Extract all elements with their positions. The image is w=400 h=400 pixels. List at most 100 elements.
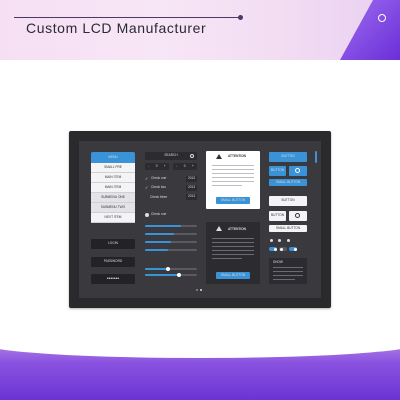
brand-title: Custom LCD Manufacturer — [26, 20, 207, 36]
toggle-switch[interactable] — [279, 247, 287, 251]
secondary-button-small[interactable]: BUTTON — [269, 211, 286, 221]
password-label: PASSWORD — [103, 259, 123, 264]
panel-text-line — [273, 279, 295, 280]
alert-text-line — [212, 165, 254, 166]
password-mask: ••••••• — [106, 275, 120, 282]
slider-fill — [145, 268, 169, 270]
alert-button-label: SMALL BUTTON — [220, 197, 246, 202]
toggle-knob — [279, 247, 283, 251]
menu-item-label: SUBMENU TWO — [100, 204, 126, 209]
menu-item[interactable]: MAIN ITEM — [91, 183, 135, 193]
alert-text-line — [212, 185, 242, 186]
alert-small-button[interactable]: SMALL BUTTON — [216, 272, 250, 279]
progress-fill — [145, 249, 169, 251]
small-button-secondary[interactable]: SMALL BUTTON — [269, 225, 307, 232]
toggle-switch[interactable] — [289, 247, 297, 251]
dark-panel: SHOW — [269, 258, 307, 284]
dark-panel-title: SHOW — [273, 260, 283, 264]
search-icon-button[interactable] — [289, 211, 307, 221]
search-icon — [295, 168, 300, 173]
slider-handle[interactable] — [176, 273, 181, 277]
menu-item[interactable]: NEXT ITEM — [91, 213, 135, 223]
password-field[interactable]: PASSWORD — [91, 257, 135, 267]
search-icon-button[interactable] — [289, 166, 307, 176]
menu-item[interactable]: SUBMENU ONE — [91, 193, 135, 203]
alert-text-line — [212, 169, 254, 170]
alert-dialog-dark: ATTENTION SMALL BUTTON — [206, 222, 260, 284]
radio-row[interactable]: Check one — [145, 213, 166, 217]
stepper-value: 0 — [183, 163, 186, 168]
alert-text-line — [212, 254, 254, 255]
stepper-minus[interactable]: - — [148, 164, 149, 168]
small-button[interactable]: SMALL BUTTON — [269, 179, 307, 186]
menu-item[interactable]: SMALL PRE — [91, 163, 135, 173]
check-value: 2013 — [186, 194, 197, 200]
progress-fill — [145, 225, 182, 227]
lcd-screen: MENU SMALL PRE MAIN ITEM MAIN ITEM SUBME… — [79, 141, 321, 298]
toggle-switch[interactable] — [269, 247, 277, 251]
alert-text-line — [212, 238, 254, 239]
panel-text-line — [273, 275, 303, 276]
stepper-plus[interactable]: + — [164, 164, 166, 168]
slider-fill — [145, 274, 179, 276]
toggle-knob — [273, 247, 277, 251]
lcd-display-device: MENU SMALL PRE MAIN ITEM MAIN ITEM SUBME… — [69, 131, 331, 308]
menu-header[interactable]: MENU — [91, 152, 135, 163]
indicator-dot — [270, 239, 273, 242]
primary-button-small[interactable]: BUTTON — [269, 166, 286, 176]
button-label: BUTTON — [270, 213, 285, 218]
scrollbar[interactable] — [315, 151, 317, 163]
checkmark-icon: ✓ — [145, 176, 149, 181]
search-input[interactable]: SEARCH — [145, 152, 197, 160]
button-label: BUTTON — [270, 168, 285, 173]
button-label: SMALL BUTTON — [275, 179, 301, 184]
menu-item-label: SUBMENU ONE — [101, 194, 125, 199]
menu-item[interactable]: MAIN ITEM — [91, 173, 135, 183]
pager-dot[interactable] — [196, 289, 198, 291]
password-input[interactable]: ••••••• — [91, 274, 135, 284]
alert-text-line — [212, 258, 242, 259]
checkbox-row[interactable]: ✓ Check one — [145, 177, 166, 181]
alert-text-line — [212, 181, 254, 182]
stepper-value: 0 — [155, 163, 158, 168]
toggle-knob — [293, 247, 297, 251]
slider-handle[interactable] — [166, 267, 171, 271]
alert-button-label: SMALL BUTTON — [220, 272, 246, 277]
secondary-button[interactable]: BUTTON — [269, 196, 307, 206]
stepper-plus[interactable]: + — [192, 164, 194, 168]
alert-text-line — [212, 242, 254, 243]
stepper-minus[interactable]: - — [176, 164, 177, 168]
indicator-dot — [287, 239, 290, 242]
button-label: BUTTON — [281, 198, 295, 203]
number-stepper[interactable]: - 0 + — [145, 163, 169, 170]
progress-fill — [145, 233, 174, 235]
checkbox-label: Check three — [150, 195, 168, 199]
pager-dot[interactable] — [200, 289, 202, 291]
menu-item-label: MAIN ITEM — [104, 174, 122, 179]
alert-title: ATTENTION — [227, 154, 246, 158]
checkbox-row[interactable]: ✓ Check two — [145, 186, 166, 190]
checkbox-row[interactable]: Check three — [150, 195, 168, 199]
check-value-text: 2013 — [187, 194, 196, 199]
decorative-ring — [378, 14, 386, 22]
primary-button[interactable]: BUTTON — [269, 152, 307, 162]
decorative-corner — [340, 0, 400, 60]
decorative-swoosh — [0, 328, 400, 358]
progress-fill — [145, 241, 171, 243]
login-field[interactable]: LOGIN — [91, 239, 135, 249]
button-label: SMALL BUTTON — [275, 225, 301, 230]
search-placeholder: SEARCH — [164, 153, 178, 158]
alert-title: ATTENTION — [227, 226, 246, 231]
alert-text-line — [212, 173, 254, 174]
menu-item[interactable]: SUBMENU TWO — [91, 203, 135, 213]
checkmark-icon: ✓ — [145, 185, 149, 190]
alert-small-button[interactable]: SMALL BUTTON — [216, 197, 250, 204]
alert-text-line — [212, 250, 254, 251]
number-stepper[interactable]: - 0 + — [173, 163, 197, 170]
alert-text-line — [212, 177, 254, 178]
check-value-text: 2013 — [187, 185, 196, 190]
check-value: 2013 — [186, 176, 197, 182]
check-value-text: 2013 — [187, 176, 196, 181]
check-value: 2013 — [186, 185, 197, 191]
radio-button — [145, 213, 149, 217]
